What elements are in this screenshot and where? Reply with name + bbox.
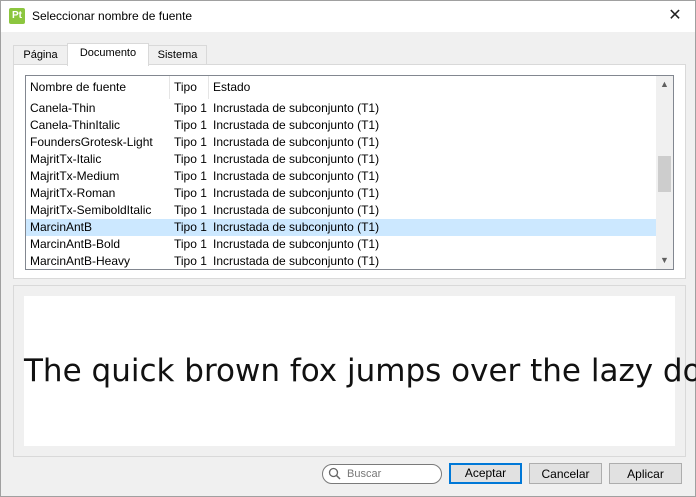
cancel-button[interactable]: Cancelar: [529, 463, 602, 484]
table-row[interactable]: MajritTx-Italic Tipo 1 Incrustada de subco…: [26, 151, 656, 168]
font-type-cell: Tipo 1: [174, 169, 207, 183]
font-type-cell: Tipo 1: [174, 254, 207, 268]
font-type-cell: Tipo 1: [174, 101, 207, 115]
table-row[interactable]: FoundersGrotesk-Light Tipo 1 Incrustada de…: [26, 134, 656, 151]
font-status-cell: Incrustada de subconjunto (T1): [213, 152, 380, 166]
font-status-cell: Incrustada de subconjunto (T1): [213, 254, 380, 268]
column-header-font-name[interactable]: Nombre de fuente: [26, 76, 170, 99]
title-bar: Pt Seleccionar nombre de fuente ✕: [1, 1, 695, 32]
font-status-cell: Incrustada de subconjunto (T1): [213, 118, 380, 132]
scroll-up-icon[interactable]: ▲: [656, 76, 673, 93]
font-status-cell: Incrustada de subconjunto (T1): [213, 203, 380, 217]
column-header-status[interactable]: Estado: [209, 76, 656, 99]
font-status-cell: Incrustada de subconjunto (T1): [213, 237, 380, 251]
font-list[interactable]: Nombre de fuente Tipo Estado Canela-Thin…: [25, 75, 674, 270]
table-row[interactable]: MajritTx-Roman Tipo 1 Incrustada de subcon…: [26, 185, 656, 202]
font-name-cell: MajritTx-SemiboldItalic: [30, 203, 152, 217]
scroll-down-icon[interactable]: ▼: [656, 252, 673, 269]
apply-button[interactable]: Aplicar: [609, 463, 682, 484]
font-name-cell: MarcinAntB-Heavy: [30, 254, 131, 268]
preview-frame: The quick brown fox jumps over the lazy …: [13, 285, 696, 457]
font-name-cell: MarcinAntB: [30, 220, 93, 234]
font-name-cell: Canela-ThinItalic: [30, 118, 121, 132]
font-type-cell: Tipo 1: [174, 152, 207, 166]
font-status-cell: Incrustada de subconjunto (T1): [213, 135, 380, 149]
font-status-cell: Incrustada de subconjunto (T1): [213, 186, 380, 200]
tab-panel-documento: Nombre de fuente Tipo Estado Canela-Thin…: [13, 64, 686, 279]
font-name-cell: MajritTx-Italic: [30, 152, 102, 166]
tab-sistema[interactable]: Sistema: [148, 45, 207, 65]
font-type-cell: Tipo 1: [174, 186, 207, 200]
font-name-cell: MajritTx-Roman: [30, 186, 116, 200]
font-name-cell: Canela-Thin: [30, 101, 96, 115]
close-button[interactable]: ✕: [661, 5, 689, 27]
search-icon: [328, 467, 342, 481]
search-input[interactable]: [347, 465, 435, 483]
font-status-cell: Incrustada de subconjunto (T1): [213, 169, 380, 183]
window-title: Seleccionar nombre de fuente: [32, 9, 193, 23]
font-name-cell: FoundersGrotesk-Light: [30, 135, 153, 149]
app-icon: Pt: [9, 8, 25, 24]
tab-pagina[interactable]: Página: [13, 45, 68, 65]
table-row[interactable]: Canela-ThinItalic Tipo 1 Incrustada de sub…: [26, 117, 656, 134]
font-type-cell: Tipo 1: [174, 237, 207, 251]
font-status-cell: Incrustada de subconjunto (T1): [213, 220, 380, 234]
font-preview: The quick brown fox jumps over the lazy …: [24, 296, 696, 446]
font-type-cell: Tipo 1: [174, 135, 207, 149]
font-type-cell: Tipo 1: [174, 203, 207, 217]
table-row[interactable]: MajritTx-SemiboldItalic Tipo 1 Incrustada …: [26, 202, 656, 219]
list-header: Nombre de fuente Tipo Estado: [26, 76, 656, 99]
font-name-cell: MarcinAntB-Bold: [30, 237, 121, 251]
font-status-cell: Incrustada de subconjunto (T1): [213, 101, 380, 115]
font-type-cell: Tipo 1: [174, 220, 207, 234]
column-header-type[interactable]: Tipo: [170, 76, 209, 99]
tab-documento[interactable]: Documento: [67, 43, 149, 66]
preview-text: The quick brown fox jumps over the lazy …: [24, 353, 696, 389]
font-dialog-window: Pt Seleccionar nombre de fuente ✕ Página…: [0, 0, 696, 497]
font-name-cell: MajritTx-Medium: [30, 169, 120, 183]
table-row[interactable]: MarcinAntB Tipo 1 Incrustada de subconjunt…: [26, 219, 656, 236]
scrollbar-thumb[interactable]: [658, 156, 671, 192]
table-row[interactable]: Canela-Thin Tipo 1 Incrustada de subconjun…: [26, 100, 656, 117]
table-row[interactable]: MajritTx-Medium Tipo 1 Incrustada de subco…: [26, 168, 656, 185]
table-row[interactable]: MarcinAntB-Bold Tipo 1 Incrustada de subco…: [26, 236, 656, 253]
accept-button[interactable]: Aceptar: [449, 463, 522, 484]
font-type-cell: Tipo 1: [174, 118, 207, 132]
table-row[interactable]: MarcinAntB-Heavy Tipo 1 Incrustada de subc…: [26, 253, 656, 269]
list-body: Canela-Thin Tipo 1 Incrustada de subconjun…: [26, 100, 656, 269]
search-field[interactable]: [322, 464, 442, 484]
vertical-scrollbar[interactable]: ▲ ▼: [656, 76, 673, 269]
